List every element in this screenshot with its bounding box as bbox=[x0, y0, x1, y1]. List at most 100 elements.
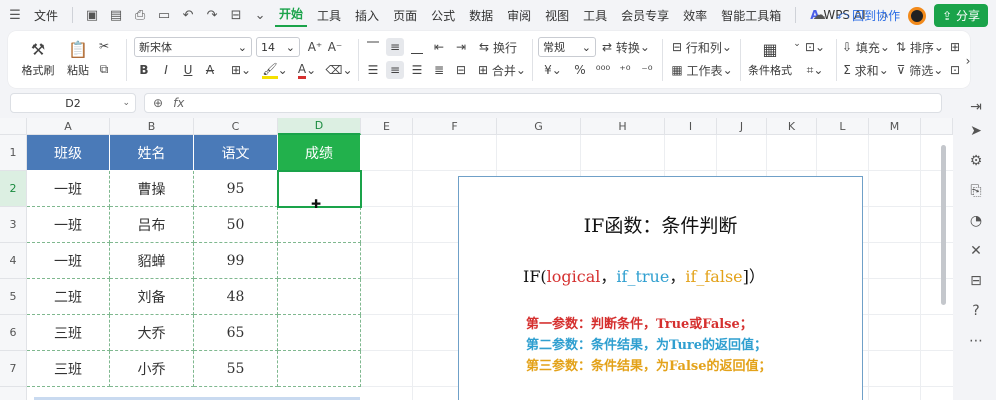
paste-button[interactable]: 📋 粘贴 bbox=[58, 37, 98, 81]
tab-review[interactable]: 审阅 bbox=[503, 7, 535, 24]
wrap-button[interactable]: ⇆ 换行 bbox=[474, 38, 522, 56]
worksheet-button[interactable]: ▦ 工作表 ⌄ bbox=[668, 61, 736, 79]
tab-data[interactable]: 数据 bbox=[465, 7, 497, 24]
fill-button[interactable]: ⇩ 填充 ⌄ bbox=[840, 38, 892, 56]
col-header-b[interactable]: B bbox=[110, 118, 194, 135]
table-cell[interactable] bbox=[278, 243, 361, 279]
table-cell[interactable]: 99 bbox=[194, 243, 278, 279]
tab-smart-toolbox[interactable]: 智能工具箱 bbox=[717, 7, 785, 24]
col-header-m[interactable]: M bbox=[869, 118, 921, 135]
row-col-button[interactable]: ⊟ 行和列 ⌄ bbox=[668, 38, 736, 56]
col-header-c[interactable]: C bbox=[194, 118, 278, 135]
col-header-d[interactable]: D bbox=[278, 118, 361, 135]
cell-style-icon[interactable]: ⊡⌄ bbox=[800, 38, 830, 56]
col-header-l[interactable]: L bbox=[817, 118, 869, 135]
bold-icon[interactable]: B bbox=[136, 61, 152, 79]
name-box[interactable]: D2 ⌄ bbox=[10, 93, 136, 113]
table-cell[interactable]: 大乔 bbox=[110, 315, 194, 351]
table-cell[interactable]: 65 bbox=[194, 315, 278, 351]
align-right-icon[interactable]: ☰ bbox=[408, 61, 426, 79]
avatar[interactable] bbox=[908, 6, 927, 25]
col-header-g[interactable]: G bbox=[497, 118, 581, 135]
formula-bar[interactable]: ⊕ fx bbox=[144, 93, 942, 113]
collapse-panel-icon[interactable]: ⇥ bbox=[967, 98, 985, 116]
table-header-chinese[interactable]: 语文 bbox=[194, 135, 278, 171]
cut-icon[interactable]: ✂ bbox=[94, 38, 114, 54]
currency-icon[interactable]: ¥⌄ bbox=[538, 61, 568, 79]
cloud-icon[interactable]: ☁ bbox=[810, 7, 828, 25]
table-cell[interactable]: 一班 bbox=[27, 171, 110, 207]
font-size-select[interactable]: 14 ⌄ bbox=[256, 37, 300, 57]
table-cell[interactable]: 貂蝉 bbox=[110, 243, 194, 279]
clear-icon[interactable]: ⌫⌄ bbox=[324, 61, 354, 79]
col-header-j[interactable]: J bbox=[717, 118, 767, 135]
row-header-8[interactable] bbox=[0, 387, 27, 400]
table-header-grade[interactable]: 成绩 bbox=[278, 135, 361, 171]
table-cell[interactable]: 95 bbox=[194, 171, 278, 207]
align-top-icon[interactable]: ⎺ bbox=[364, 38, 382, 56]
format-painter-button[interactable]: ⚒ 格式刷 bbox=[16, 37, 60, 81]
table-cell[interactable] bbox=[278, 279, 361, 315]
tab-home[interactable]: 开始 bbox=[275, 3, 308, 27]
row-header-3[interactable]: 3 bbox=[0, 207, 27, 243]
decimal-increase-icon[interactable]: ⁺⁰ bbox=[614, 61, 636, 79]
table-cell[interactable]: 曹操 bbox=[110, 171, 194, 207]
vertical-scrollbar[interactable] bbox=[939, 135, 948, 310]
select-pointer-icon[interactable]: ➤ bbox=[967, 122, 985, 140]
copy-icon[interactable]: ⧉ bbox=[94, 61, 114, 77]
convert-button[interactable]: ⇄ 转换 ⌄ bbox=[600, 38, 652, 56]
book-icon[interactable]: ⊟ bbox=[967, 272, 985, 290]
tab-view[interactable]: 视图 bbox=[541, 7, 573, 24]
merge-button[interactable]: ⊞ 合并 ⌄ bbox=[474, 61, 530, 79]
chevron-down-icon[interactable]: ⌄ bbox=[251, 6, 269, 24]
share-button[interactable]: ⇪ 分享 bbox=[934, 4, 988, 27]
col-header-a[interactable]: A bbox=[27, 118, 110, 135]
fx-icon[interactable]: fx bbox=[173, 96, 184, 110]
table-cell[interactable]: 一班 bbox=[27, 207, 110, 243]
col-header-k[interactable]: K bbox=[767, 118, 817, 135]
sort-button[interactable]: ⇅ 排序 ⌄ bbox=[894, 38, 946, 56]
row-header-4[interactable]: 4 bbox=[0, 243, 27, 279]
table-cell[interactable]: 48 bbox=[194, 279, 278, 315]
border-icon[interactable]: ⊞⌄ bbox=[226, 61, 256, 79]
help-icon[interactable]: ? bbox=[967, 302, 985, 320]
italic-icon[interactable]: I bbox=[158, 61, 174, 79]
sum-button[interactable]: Σ 求和 ⌄ bbox=[840, 61, 892, 79]
increase-font-icon[interactable]: A⁺ bbox=[306, 38, 324, 56]
print-icon[interactable]: ▭ bbox=[155, 6, 173, 24]
decimal-decrease-icon[interactable]: ⁻⁰ bbox=[636, 61, 658, 79]
fill-color-icon[interactable]: 🖌 ⌄ bbox=[260, 61, 290, 79]
tab-efficiency[interactable]: 效率 bbox=[679, 7, 711, 24]
indent-increase-icon[interactable]: ⇥ bbox=[452, 38, 470, 56]
undo-icon[interactable]: ↶ bbox=[179, 6, 197, 24]
table-cell[interactable] bbox=[278, 351, 361, 387]
table-cell[interactable]: 刘备 bbox=[110, 279, 194, 315]
indent-decrease-icon[interactable]: ⇤ bbox=[430, 38, 448, 56]
collab-button[interactable]: ⤺ 回到协作 bbox=[836, 7, 900, 24]
select-all-corner[interactable] bbox=[0, 118, 27, 135]
row-header-6[interactable]: 6 bbox=[0, 315, 27, 351]
filter-button[interactable]: ⊽ 筛选 ⌄ bbox=[894, 61, 946, 79]
font-color-icon[interactable]: A ⌄ bbox=[292, 61, 322, 79]
row-header-1[interactable]: 1 bbox=[0, 135, 27, 171]
table-cell[interactable]: 吕布 bbox=[110, 207, 194, 243]
customize-icon[interactable]: ⊟ bbox=[227, 6, 245, 24]
table-cell[interactable] bbox=[278, 207, 361, 243]
export-icon[interactable]: ⎘ bbox=[967, 182, 985, 200]
tab-tools[interactable]: 工具 bbox=[313, 7, 345, 24]
print-preview-icon[interactable]: ⎙ bbox=[131, 6, 149, 24]
chevron-right-icon[interactable]: › bbox=[960, 52, 976, 70]
underline-icon[interactable]: U bbox=[180, 61, 196, 79]
table-cell[interactable]: 55 bbox=[194, 351, 278, 387]
align-bottom-icon[interactable]: ⎽ bbox=[408, 38, 426, 56]
row-header-2[interactable]: 2 bbox=[0, 171, 27, 207]
zoom-icon[interactable]: ⊕ bbox=[153, 96, 163, 110]
more-icon[interactable]: ⋯ bbox=[967, 332, 985, 350]
tools-icon[interactable]: ✕ bbox=[967, 242, 985, 260]
tab-page[interactable]: 页面 bbox=[389, 7, 421, 24]
table-cell[interactable]: 小乔 bbox=[110, 351, 194, 387]
tab-insert[interactable]: 插入 bbox=[351, 7, 383, 24]
scrollbar-thumb[interactable] bbox=[941, 145, 946, 305]
tab-member[interactable]: 会员专享 bbox=[617, 7, 673, 24]
table-style-icon[interactable]: ⌗⌄ bbox=[800, 61, 830, 79]
